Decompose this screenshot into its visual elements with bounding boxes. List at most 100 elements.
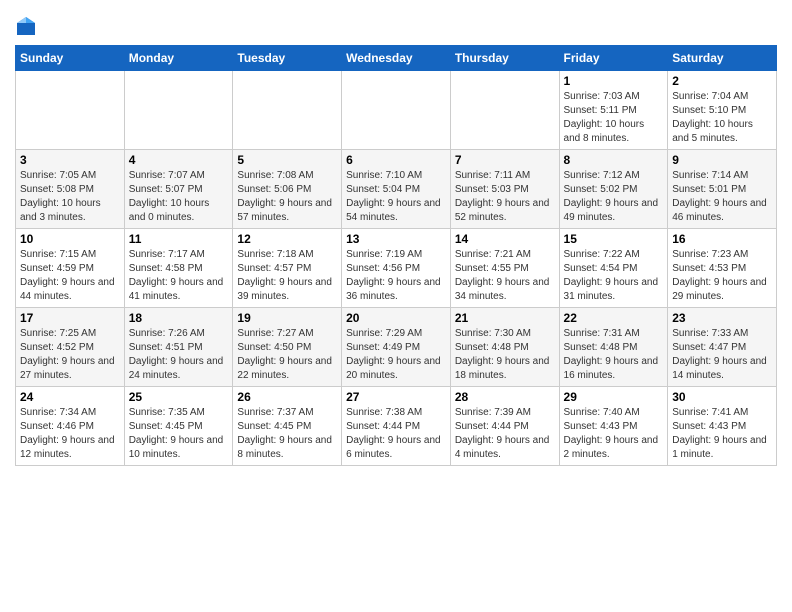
day-info: Sunrise: 7:12 AM Sunset: 5:02 PM Dayligh… xyxy=(564,169,664,225)
calendar-cell: 30 Sunrise: 7:41 AM Sunset: 4:43 PM Dayli… xyxy=(668,387,777,466)
calendar-cell: 4 Sunrise: 7:07 AM Sunset: 5:07 PM Daylig… xyxy=(124,150,233,229)
day-number: 11 xyxy=(129,232,229,246)
day-info: Sunrise: 7:03 AM Sunset: 5:11 PM Dayligh… xyxy=(564,90,664,146)
week-row-3: 17Sunrise: 7:25 AM Sunset: 4:52 PM Dayli… xyxy=(16,308,777,387)
calendar-cell xyxy=(16,71,125,150)
calendar-cell: 6 Sunrise: 7:10 AM Sunset: 5:04 PM Daylig… xyxy=(342,150,451,229)
day-info: Sunrise: 7:19 AM Sunset: 4:56 PM Dayligh… xyxy=(346,248,446,304)
day-info: Sunrise: 7:34 AM Sunset: 4:46 PM Dayligh… xyxy=(20,406,120,462)
day-info: Sunrise: 7:37 AM Sunset: 4:45 PM Dayligh… xyxy=(237,406,337,462)
weekday-header-sunday: Sunday xyxy=(16,46,125,71)
calendar-cell: 8 Sunrise: 7:12 AM Sunset: 5:02 PM Daylig… xyxy=(559,150,668,229)
weekday-header-saturday: Saturday xyxy=(668,46,777,71)
day-number: 27 xyxy=(346,390,446,404)
calendar-cell: 10 Sunrise: 7:15 AM Sunset: 4:59 PM Dayli… xyxy=(16,229,125,308)
day-info: Sunrise: 7:25 AM Sunset: 4:52 PM Dayligh… xyxy=(20,327,120,383)
day-number: 10 xyxy=(20,232,120,246)
calendar: SundayMondayTuesdayWednesdayThursdayFrid… xyxy=(15,45,777,466)
day-number: 15 xyxy=(564,232,664,246)
logo xyxy=(15,15,40,37)
day-number: 4 xyxy=(129,153,229,167)
day-info: Sunrise: 7:10 AM Sunset: 5:04 PM Dayligh… xyxy=(346,169,446,225)
calendar-cell: 21Sunrise: 7:30 AM Sunset: 4:48 PM Dayli… xyxy=(450,308,559,387)
calendar-cell: 9 Sunrise: 7:14 AM Sunset: 5:01 PM Daylig… xyxy=(668,150,777,229)
calendar-cell xyxy=(124,71,233,150)
day-info: Sunrise: 7:23 AM Sunset: 4:53 PM Dayligh… xyxy=(672,248,772,304)
calendar-cell: 3 Sunrise: 7:05 AM Sunset: 5:08 PM Daylig… xyxy=(16,150,125,229)
week-row-0: 1 Sunrise: 7:03 AM Sunset: 5:11 PM Daylig… xyxy=(16,71,777,150)
calendar-cell: 19Sunrise: 7:27 AM Sunset: 4:50 PM Dayli… xyxy=(233,308,342,387)
day-number: 12 xyxy=(237,232,337,246)
calendar-cell: 16 Sunrise: 7:23 AM Sunset: 4:53 PM Dayli… xyxy=(668,229,777,308)
weekday-header-tuesday: Tuesday xyxy=(233,46,342,71)
week-row-2: 10 Sunrise: 7:15 AM Sunset: 4:59 PM Dayli… xyxy=(16,229,777,308)
calendar-cell: 27 Sunrise: 7:38 AM Sunset: 4:44 PM Dayli… xyxy=(342,387,451,466)
day-info: Sunrise: 7:29 AM Sunset: 4:49 PM Dayligh… xyxy=(346,327,446,383)
day-number: 18 xyxy=(129,311,229,325)
day-info: Sunrise: 7:22 AM Sunset: 4:54 PM Dayligh… xyxy=(564,248,664,304)
day-number: 26 xyxy=(237,390,337,404)
day-info: Sunrise: 7:08 AM Sunset: 5:06 PM Dayligh… xyxy=(237,169,337,225)
header xyxy=(15,10,777,37)
day-info: Sunrise: 7:33 AM Sunset: 4:47 PM Dayligh… xyxy=(672,327,772,383)
day-info: Sunrise: 7:14 AM Sunset: 5:01 PM Dayligh… xyxy=(672,169,772,225)
calendar-cell: 18 Sunrise: 7:26 AM Sunset: 4:51 PM Dayli… xyxy=(124,308,233,387)
day-number: 2 xyxy=(672,74,772,88)
day-number: 24 xyxy=(20,390,120,404)
page-container: SundayMondayTuesdayWednesdayThursdayFrid… xyxy=(0,0,792,476)
calendar-cell: 11 Sunrise: 7:17 AM Sunset: 4:58 PM Dayli… xyxy=(124,229,233,308)
calendar-cell: 22 Sunrise: 7:31 AM Sunset: 4:48 PM Dayli… xyxy=(559,308,668,387)
day-number: 1 xyxy=(564,74,664,88)
calendar-cell: 2 Sunrise: 7:04 AM Sunset: 5:10 PM Daylig… xyxy=(668,71,777,150)
day-number: 20 xyxy=(346,311,446,325)
weekday-header-row: SundayMondayTuesdayWednesdayThursdayFrid… xyxy=(16,46,777,71)
calendar-cell: 24 Sunrise: 7:34 AM Sunset: 4:46 PM Dayli… xyxy=(16,387,125,466)
calendar-cell: 26 Sunrise: 7:37 AM Sunset: 4:45 PM Dayli… xyxy=(233,387,342,466)
week-row-4: 24 Sunrise: 7:34 AM Sunset: 4:46 PM Dayli… xyxy=(16,387,777,466)
day-info: Sunrise: 7:35 AM Sunset: 4:45 PM Dayligh… xyxy=(129,406,229,462)
day-number: 23 xyxy=(672,311,772,325)
day-number: 28 xyxy=(455,390,555,404)
day-info: Sunrise: 7:30 AM Sunset: 4:48 PM Dayligh… xyxy=(455,327,555,383)
calendar-cell: 28 Sunrise: 7:39 AM Sunset: 4:44 PM Dayli… xyxy=(450,387,559,466)
weekday-header-monday: Monday xyxy=(124,46,233,71)
weekday-header-thursday: Thursday xyxy=(450,46,559,71)
day-info: Sunrise: 7:17 AM Sunset: 4:58 PM Dayligh… xyxy=(129,248,229,304)
day-info: Sunrise: 7:07 AM Sunset: 5:07 PM Dayligh… xyxy=(129,169,229,225)
day-info: Sunrise: 7:26 AM Sunset: 4:51 PM Dayligh… xyxy=(129,327,229,383)
calendar-cell xyxy=(342,71,451,150)
calendar-cell: 13 Sunrise: 7:19 AM Sunset: 4:56 PM Dayli… xyxy=(342,229,451,308)
logo-icon xyxy=(15,15,37,37)
day-info: Sunrise: 7:18 AM Sunset: 4:57 PM Dayligh… xyxy=(237,248,337,304)
day-number: 8 xyxy=(564,153,664,167)
calendar-cell: 29 Sunrise: 7:40 AM Sunset: 4:43 PM Dayli… xyxy=(559,387,668,466)
calendar-cell: 20 Sunrise: 7:29 AM Sunset: 4:49 PM Dayli… xyxy=(342,308,451,387)
calendar-cell: 7Sunrise: 7:11 AM Sunset: 5:03 PM Daylig… xyxy=(450,150,559,229)
day-number: 9 xyxy=(672,153,772,167)
day-number: 3 xyxy=(20,153,120,167)
day-number: 13 xyxy=(346,232,446,246)
calendar-cell: 14Sunrise: 7:21 AM Sunset: 4:55 PM Dayli… xyxy=(450,229,559,308)
weekday-header-wednesday: Wednesday xyxy=(342,46,451,71)
day-info: Sunrise: 7:41 AM Sunset: 4:43 PM Dayligh… xyxy=(672,406,772,462)
day-number: 29 xyxy=(564,390,664,404)
day-info: Sunrise: 7:04 AM Sunset: 5:10 PM Dayligh… xyxy=(672,90,772,146)
calendar-cell: 12 Sunrise: 7:18 AM Sunset: 4:57 PM Dayli… xyxy=(233,229,342,308)
weekday-header-friday: Friday xyxy=(559,46,668,71)
day-number: 30 xyxy=(672,390,772,404)
day-info: Sunrise: 7:38 AM Sunset: 4:44 PM Dayligh… xyxy=(346,406,446,462)
day-info: Sunrise: 7:15 AM Sunset: 4:59 PM Dayligh… xyxy=(20,248,120,304)
day-info: Sunrise: 7:05 AM Sunset: 5:08 PM Dayligh… xyxy=(20,169,120,225)
day-info: Sunrise: 7:39 AM Sunset: 4:44 PM Dayligh… xyxy=(455,406,555,462)
day-number: 7 xyxy=(455,153,555,167)
calendar-cell: 15 Sunrise: 7:22 AM Sunset: 4:54 PM Dayli… xyxy=(559,229,668,308)
day-info: Sunrise: 7:40 AM Sunset: 4:43 PM Dayligh… xyxy=(564,406,664,462)
day-number: 22 xyxy=(564,311,664,325)
day-info: Sunrise: 7:31 AM Sunset: 4:48 PM Dayligh… xyxy=(564,327,664,383)
calendar-cell xyxy=(233,71,342,150)
day-number: 16 xyxy=(672,232,772,246)
day-number: 19 xyxy=(237,311,337,325)
day-number: 5 xyxy=(237,153,337,167)
day-number: 6 xyxy=(346,153,446,167)
day-info: Sunrise: 7:21 AM Sunset: 4:55 PM Dayligh… xyxy=(455,248,555,304)
